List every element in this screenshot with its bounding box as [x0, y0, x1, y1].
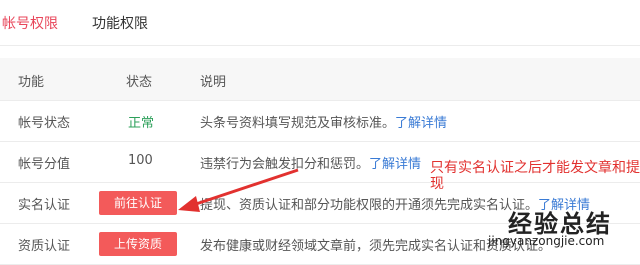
annotation-note: 只有实名认证之后才能发文章和提现	[430, 160, 640, 192]
watermark-url: jingyanzongjie.com	[488, 234, 605, 248]
